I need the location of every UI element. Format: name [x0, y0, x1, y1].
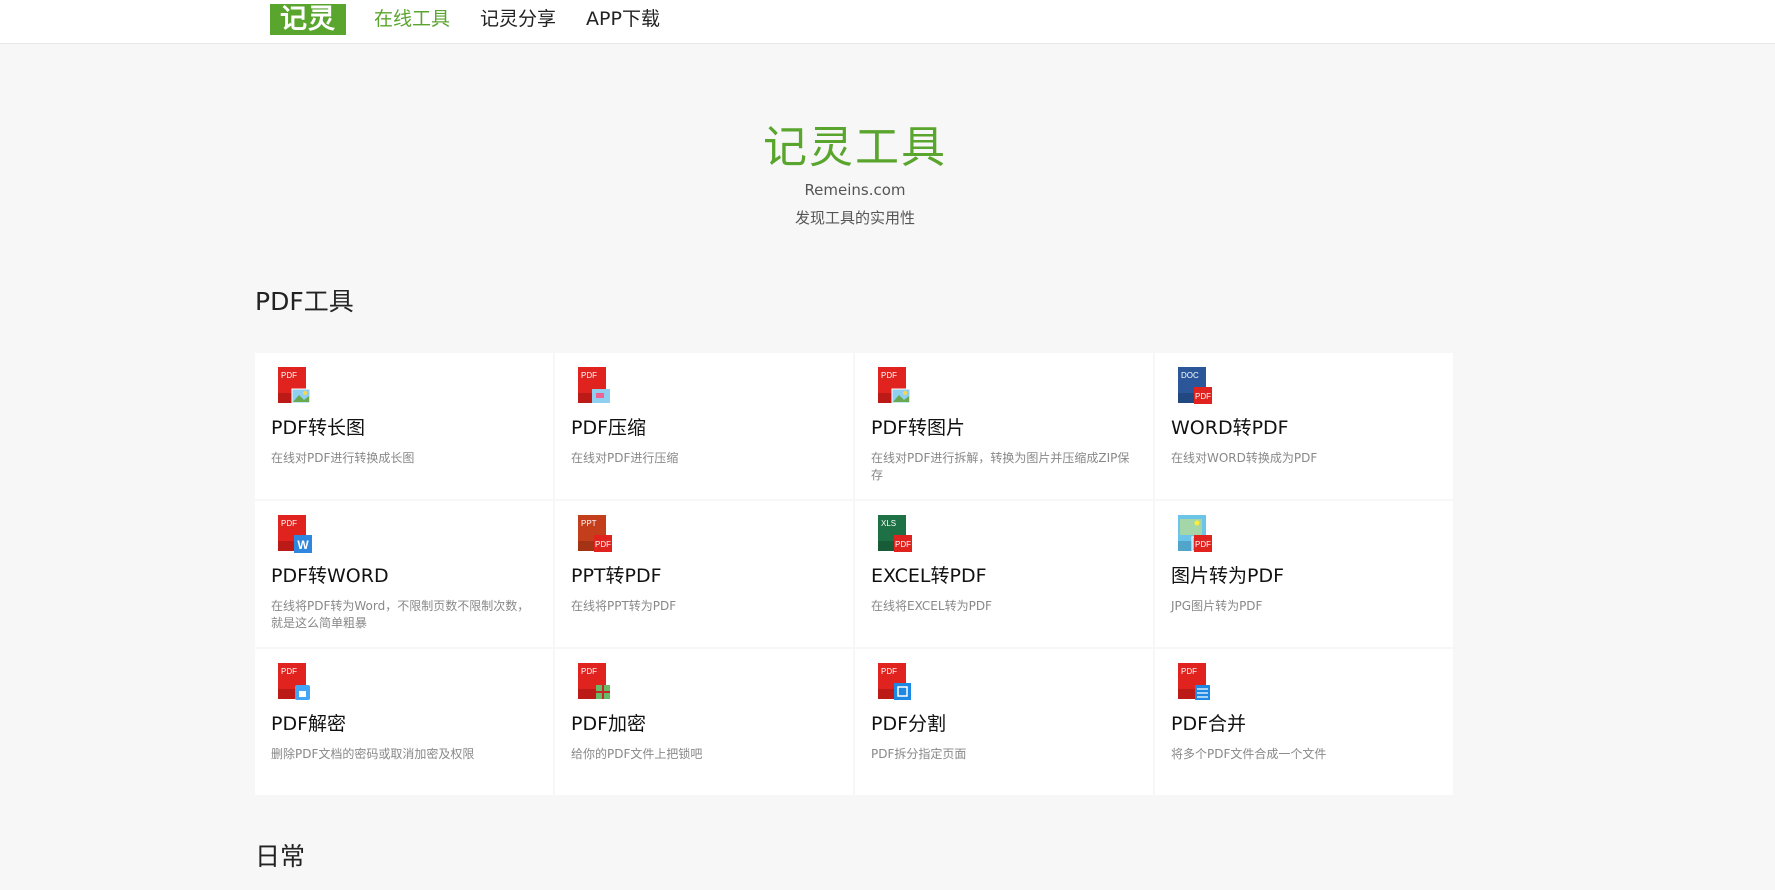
tool-name: PPT转PDF [571, 565, 662, 587]
tool-name: PDF转WORD [271, 565, 389, 587]
pdf-decrypt-icon: PDF [278, 663, 316, 703]
tool-card[interactable]: PDF PDF压缩在线对PDF进行压缩 [555, 353, 853, 499]
svg-text:PDF: PDF [881, 667, 897, 676]
site-logo[interactable]: 记灵 [270, 4, 346, 35]
svg-text:XLS: XLS [881, 519, 896, 528]
nav-item-app-download[interactable]: APP下载 [586, 0, 660, 38]
word-to-pdf-icon: DOC PDF [1178, 367, 1216, 407]
svg-text:PDF: PDF [281, 519, 297, 528]
page-title: 记灵工具 [763, 122, 947, 173]
tool-description: 在线将EXCEL转为PDF [871, 599, 992, 613]
tool-card[interactable]: PDF PDF转图片在线对PDF进行拆解，转换为图片并压缩成ZIP保存 [855, 353, 1153, 499]
pdf-encrypt-icon: PDF [578, 663, 616, 703]
section-title-pdf-tools: PDF工具 [255, 287, 354, 316]
svg-text:PDF: PDF [581, 371, 597, 380]
image-to-pdf-icon: PDF [1178, 515, 1216, 555]
tool-description: 在线对PDF进行拆解，转换为图片并压缩成ZIP保存 [871, 451, 1130, 482]
top-navbar: 记灵 在线工具 记灵分享 APP下载 [0, 0, 1775, 44]
tool-card[interactable]: PDF 图片转为PDF JPG图片转为PDF [1155, 501, 1453, 647]
hero: 记灵工具 Remeins.com 发现工具的实用性 [0, 120, 1710, 228]
svg-text:PDF: PDF [1181, 667, 1197, 676]
nav-item-share[interactable]: 记灵分享 [480, 0, 556, 38]
svg-text:PPT: PPT [581, 519, 597, 528]
tool-card[interactable]: PDF PDF合并将多个PDF文件合成一个文件 [1155, 649, 1453, 795]
svg-text:PDF: PDF [1195, 540, 1211, 549]
tool-name: PDF转图片 [871, 417, 966, 439]
ppt-to-pdf-icon: PPT PDF [578, 515, 616, 555]
tool-card[interactable]: XLS PDF EXCEL转PDF 在线将EXCEL转为PDF [855, 501, 1153, 647]
tool-name: PDF解密 [271, 713, 347, 735]
svg-text:PDF: PDF [281, 371, 297, 380]
tool-card[interactable]: PDF PDF解密删除PDF文档的密码或取消加密及权限 [255, 649, 553, 795]
svg-text:PDF: PDF [281, 667, 297, 676]
tool-name: PDF加密 [571, 713, 647, 735]
svg-text:PDF: PDF [1195, 392, 1211, 401]
tool-description: 给你的PDF文件上把锁吧 [571, 747, 703, 761]
tool-description: 删除PDF文档的密码或取消加密及权限 [271, 747, 475, 761]
tool-description: 在线将PDF转为Word，不限制页数不限制次数，就是这么简单粗暴 [271, 599, 530, 630]
tool-description: 在线对PDF进行压缩 [571, 451, 679, 465]
tool-card[interactable]: PPT PDF PPT转PDF 在线将PPT转为PDF [555, 501, 853, 647]
tool-grid: PDF PDF转长图在线对PDF进行转换成长图 PDF PDF压缩在线对PDF进行压缩… [255, 353, 1453, 795]
tool-description: 在线对PDF进行转换成长图 [271, 451, 415, 465]
svg-text:PDF: PDF [581, 667, 597, 676]
tool-description: 在线将PPT转为PDF [571, 599, 677, 613]
pdf-merge-icon: PDF [1178, 663, 1216, 703]
tool-name: PDF分割 [871, 713, 947, 735]
tool-card[interactable]: PDF PDF分割 PDF拆分指定页面 [855, 649, 1153, 795]
pdf-to-long-image-icon: PDF [278, 367, 316, 407]
tool-name: 图片转为PDF [1171, 565, 1285, 587]
svg-text:PDF: PDF [895, 540, 911, 549]
tool-description: PDF拆分指定页面 [871, 747, 967, 761]
tool-name: PDF压缩 [571, 417, 647, 439]
tool-description: JPG图片转为PDF [1171, 599, 1263, 613]
pdf-compress-icon: PDF [578, 367, 616, 407]
nav-item-online-tools[interactable]: 在线工具 [374, 0, 450, 38]
tool-description: 将多个PDF文件合成一个文件 [1171, 747, 1327, 761]
svg-text:PDF: PDF [595, 540, 611, 549]
site-slogan: 发现工具的实用性 [794, 209, 915, 227]
svg-text:W: W [297, 538, 309, 552]
site-domain: Remeins.com [804, 181, 906, 199]
section-title-daily: 日常 [255, 842, 306, 871]
pdf-split-icon: PDF [878, 663, 916, 703]
svg-text:PDF: PDF [881, 371, 897, 380]
tool-card[interactable]: PDF PDF转长图在线对PDF进行转换成长图 [255, 353, 553, 499]
tool-card[interactable]: PDF PDF加密给你的PDF文件上把锁吧 [555, 649, 853, 795]
main-nav: 在线工具 记灵分享 APP下载 [374, 0, 660, 38]
pdf-to-word-icon: PDF W [278, 515, 316, 555]
tool-name: WORD转PDF [1171, 417, 1289, 439]
excel-to-pdf-icon: XLS PDF [878, 515, 916, 555]
tool-card[interactable]: PDF W PDF转WORD 在线将PDF转为Word，不限制页数不限制次数，就是这么… [255, 501, 553, 647]
pdf-to-image-icon: PDF [878, 367, 916, 407]
tool-name: PDF合并 [1171, 713, 1247, 735]
tool-description: 在线对WORD转换成为PDF [1171, 451, 1318, 465]
tool-card[interactable]: DOC PDF WORD转PDF 在线对WORD转换成为PDF [1155, 353, 1453, 499]
tool-name: PDF转长图 [271, 417, 366, 439]
tool-name: EXCEL转PDF [871, 565, 987, 587]
svg-text:DOC: DOC [1181, 371, 1199, 380]
